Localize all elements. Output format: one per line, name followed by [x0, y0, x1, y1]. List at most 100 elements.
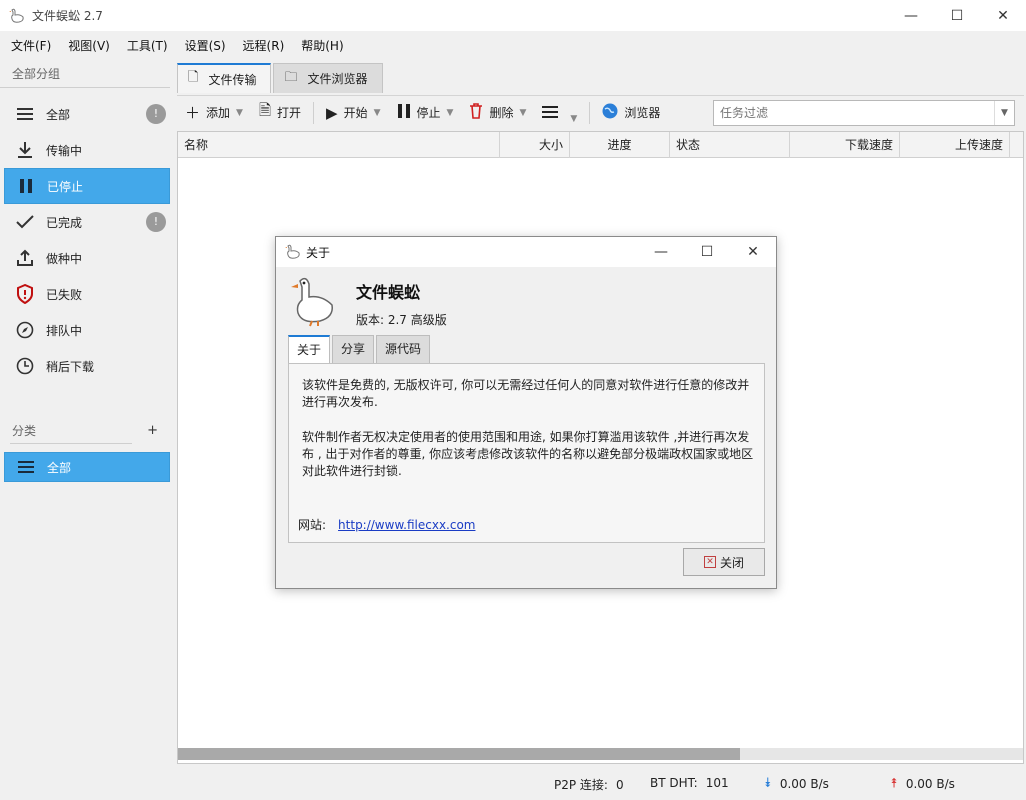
start-button[interactable]: ▶ 开始 ▼: [318, 99, 388, 127]
dialog-maximize-button[interactable]: ☐: [684, 237, 730, 267]
goose-logo-icon: [291, 277, 333, 327]
list-icon: [15, 456, 37, 478]
tab-file-browser[interactable]: 🗀 文件浏览器: [273, 63, 383, 93]
sidebar-item-all[interactable]: 全部 !: [4, 96, 170, 132]
category-header-label: 分类: [12, 424, 37, 438]
chevron-down-icon[interactable]: ▼: [570, 114, 577, 124]
open-button[interactable]: 🗎 打开: [251, 99, 309, 127]
sidebar-item-label: 已失败: [46, 287, 83, 302]
menu-settings[interactable]: 设置(S): [174, 37, 232, 54]
folder-icon: 🗀: [284, 69, 298, 85]
tab-label: 文件浏览器: [307, 72, 368, 86]
dialog-header: 文件蜈蚣 版本: 2.7 高级版: [286, 273, 766, 329]
task-filter-input[interactable]: [714, 106, 994, 120]
category-item-all[interactable]: 全部: [4, 452, 170, 482]
chevron-down-icon[interactable]: ▼: [374, 108, 381, 118]
menu-tools[interactable]: 工具(T): [116, 37, 174, 54]
start-label: 开始: [343, 106, 368, 120]
title-bar: 文件蜈蚣 2.7 — ☐ ✕: [0, 0, 1026, 31]
more-menu-button[interactable]: ▼: [534, 99, 585, 127]
website-row: 网站: http://www.filecxx.com: [298, 516, 475, 533]
tab-share[interactable]: 分享: [332, 335, 375, 363]
upload-speed: 0.00 B/s: [905, 776, 955, 791]
add-category-button[interactable]: +: [147, 423, 158, 438]
menu-remote[interactable]: 远程(R): [232, 37, 291, 54]
browser-button[interactable]: 浏览器: [594, 99, 668, 127]
website-link[interactable]: http://www.filecxx.com: [338, 518, 475, 532]
download-speed: 0.00 B/s: [779, 776, 829, 791]
sidebar-item-completed[interactable]: 已完成 !: [4, 204, 170, 240]
column-status[interactable]: 状态: [670, 132, 790, 158]
goose-app-icon: [9, 8, 24, 23]
sidebar-item-stopped[interactable]: 已停止: [4, 168, 170, 204]
browser-label: 浏览器: [624, 106, 661, 120]
sidebar-item-failed[interactable]: 已失败: [4, 276, 170, 312]
chevron-down-icon[interactable]: ▼: [519, 108, 526, 118]
delete-label: 删除: [489, 106, 514, 120]
sidebar-item-seeding[interactable]: 做种中: [4, 240, 170, 276]
menu-help[interactable]: 帮助(H): [290, 37, 349, 54]
dht-label: BT DHT:: [650, 776, 698, 790]
p2p-value: 0: [615, 777, 624, 792]
sidebar-item-transferring[interactable]: 传输中: [4, 132, 170, 168]
column-name[interactable]: 名称: [178, 132, 500, 158]
scrollbar-thumb[interactable]: [178, 748, 740, 760]
usage-paragraph: 软件制作者无权决定使用者的使用范围和用途, 如果你打算滥用该软件 ,并进行再次发…: [302, 430, 754, 478]
menu-file[interactable]: 文件(F): [0, 37, 57, 54]
sidebar-item-label: 全部: [46, 107, 71, 122]
tab-about[interactable]: 关于: [288, 335, 331, 364]
horizontal-scrollbar[interactable]: [178, 748, 1023, 760]
website-label: 网站:: [298, 518, 327, 532]
column-size[interactable]: 大小: [500, 132, 570, 158]
pause-icon: [397, 103, 411, 123]
minimize-button[interactable]: —: [888, 0, 934, 31]
tab-source-code[interactable]: 源代码: [376, 335, 431, 363]
license-paragraph: 该软件是免费的, 无版权许可, 你可以无需经过任何人的同意对软件进行任意的修改并…: [302, 378, 750, 409]
sidebar-item-label: 传输中: [46, 143, 83, 158]
menu-view[interactable]: 视图(V): [57, 37, 116, 54]
download-icon: [14, 139, 36, 161]
stop-button[interactable]: 停止 ▼: [389, 99, 462, 127]
app-name: 文件蜈蚣: [356, 283, 421, 302]
chevron-down-icon[interactable]: ▼: [994, 101, 1014, 125]
plus-icon: ＋: [185, 104, 201, 122]
dialog-title: 关于: [306, 245, 331, 260]
p2p-label: P2P 连接:: [554, 778, 608, 792]
compass-icon: [14, 319, 36, 341]
column-progress[interactable]: 进度: [570, 132, 670, 158]
add-button[interactable]: ＋ 添加 ▼: [177, 99, 251, 127]
chevron-down-icon[interactable]: ▼: [447, 108, 454, 118]
sidebar-item-queued[interactable]: 排队中: [4, 312, 170, 348]
task-filter[interactable]: ▼: [713, 100, 1015, 126]
column-download-speed[interactable]: 下载速度: [790, 132, 900, 158]
table-header: 名称 大小 进度 状态 下载速度 上传速度: [178, 132, 1023, 158]
delete-button[interactable]: 删除 ▼: [461, 99, 534, 127]
upload-icon: [14, 247, 36, 269]
dialog-minimize-button[interactable]: —: [638, 237, 684, 267]
sidebar-item-label: 稍后下载: [46, 359, 95, 374]
status-badge: !: [146, 212, 166, 232]
close-button[interactable]: ✕ 关闭: [683, 548, 765, 576]
main-tabs: 🗋 文件传输 🗀 文件浏览器: [177, 63, 385, 93]
maximize-button[interactable]: ☐: [934, 0, 980, 31]
check-icon: [14, 211, 36, 233]
status-badge: !: [146, 104, 166, 124]
dialog-close-button[interactable]: ✕: [730, 237, 776, 267]
sidebar: 全部分组 全部 ! 传输中 已停止 已完成 ! 做种中 已失败 排队中 稍后下载…: [0, 60, 175, 800]
chevron-down-icon[interactable]: ▼: [236, 108, 243, 118]
dialog-tabs: 关于 分享 源代码: [288, 335, 432, 364]
list-icon: [14, 103, 36, 125]
sidebar-item-later[interactable]: 稍后下载: [4, 348, 170, 384]
globe-icon: [602, 103, 618, 123]
open-label: 打开: [277, 106, 302, 120]
close-window-button[interactable]: ✕: [980, 0, 1026, 31]
window-title: 文件蜈蚣 2.7: [32, 9, 103, 23]
status-bar: P2P 连接: 0 BT DHT: 101 ⯯ 0.00 B/s ⯭ 0.00 …: [0, 770, 1026, 800]
tab-file-transfer[interactable]: 🗋 文件传输: [177, 63, 272, 93]
app-version: 版本: 2.7 高级版: [356, 313, 447, 327]
column-upload-speed[interactable]: 上传速度: [900, 132, 1010, 158]
open-file-icon: 🗎: [258, 101, 272, 119]
add-label: 添加: [206, 106, 231, 120]
dht-value: 101: [705, 776, 729, 790]
close-label: 关闭: [719, 555, 744, 570]
